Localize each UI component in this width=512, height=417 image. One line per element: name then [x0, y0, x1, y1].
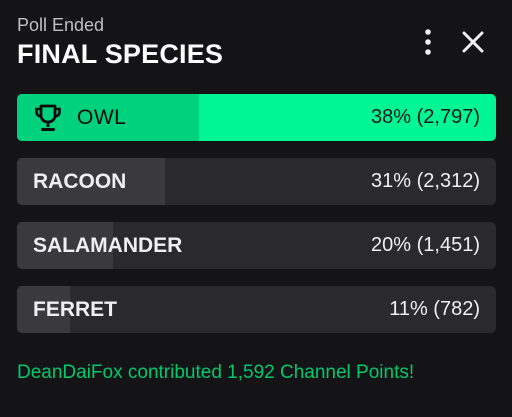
poll-option-salamander: SALAMANDER 20% (1,451) — [17, 222, 496, 269]
poll-option-ferret: FERRET 11% (782) — [17, 286, 496, 333]
more-options-button[interactable] — [424, 28, 432, 56]
poll-panel: Poll Ended FINAL SPECIES OWL 38% (2,797)… — [0, 0, 512, 417]
poll-option-result: 11% (782) — [389, 298, 480, 320]
poll-options: OWL 38% (2,797) RACOON 31% (2,312) SALAM… — [17, 94, 496, 350]
poll-option-label: OWL — [77, 105, 127, 129]
close-button[interactable] — [462, 31, 484, 53]
header-actions — [424, 28, 484, 56]
poll-option-result: 31% (2,312) — [371, 170, 480, 192]
poll-option-result: 20% (1,451) — [371, 234, 480, 256]
poll-option-result: 38% (2,797) — [371, 106, 480, 128]
poll-option-owl: OWL 38% (2,797) — [17, 94, 496, 141]
contribution-message: DeanDaiFox contributed 1,592 Channel Poi… — [17, 362, 415, 383]
poll-option-label: SALAMANDER — [33, 233, 183, 257]
poll-option-label: RACOON — [33, 169, 127, 193]
more-vertical-icon — [425, 29, 431, 55]
poll-option-racoon: RACOON 31% (2,312) — [17, 158, 496, 205]
trophy-icon — [33, 103, 63, 133]
close-icon — [462, 31, 484, 53]
poll-option-label: FERRET — [33, 297, 117, 321]
